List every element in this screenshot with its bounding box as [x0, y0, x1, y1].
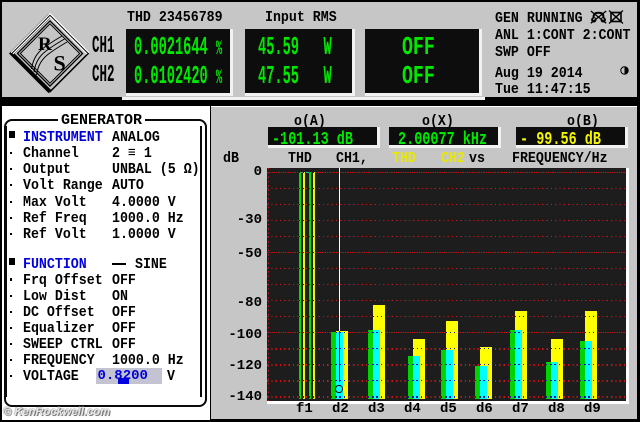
svg-text:S: S — [54, 51, 66, 76]
